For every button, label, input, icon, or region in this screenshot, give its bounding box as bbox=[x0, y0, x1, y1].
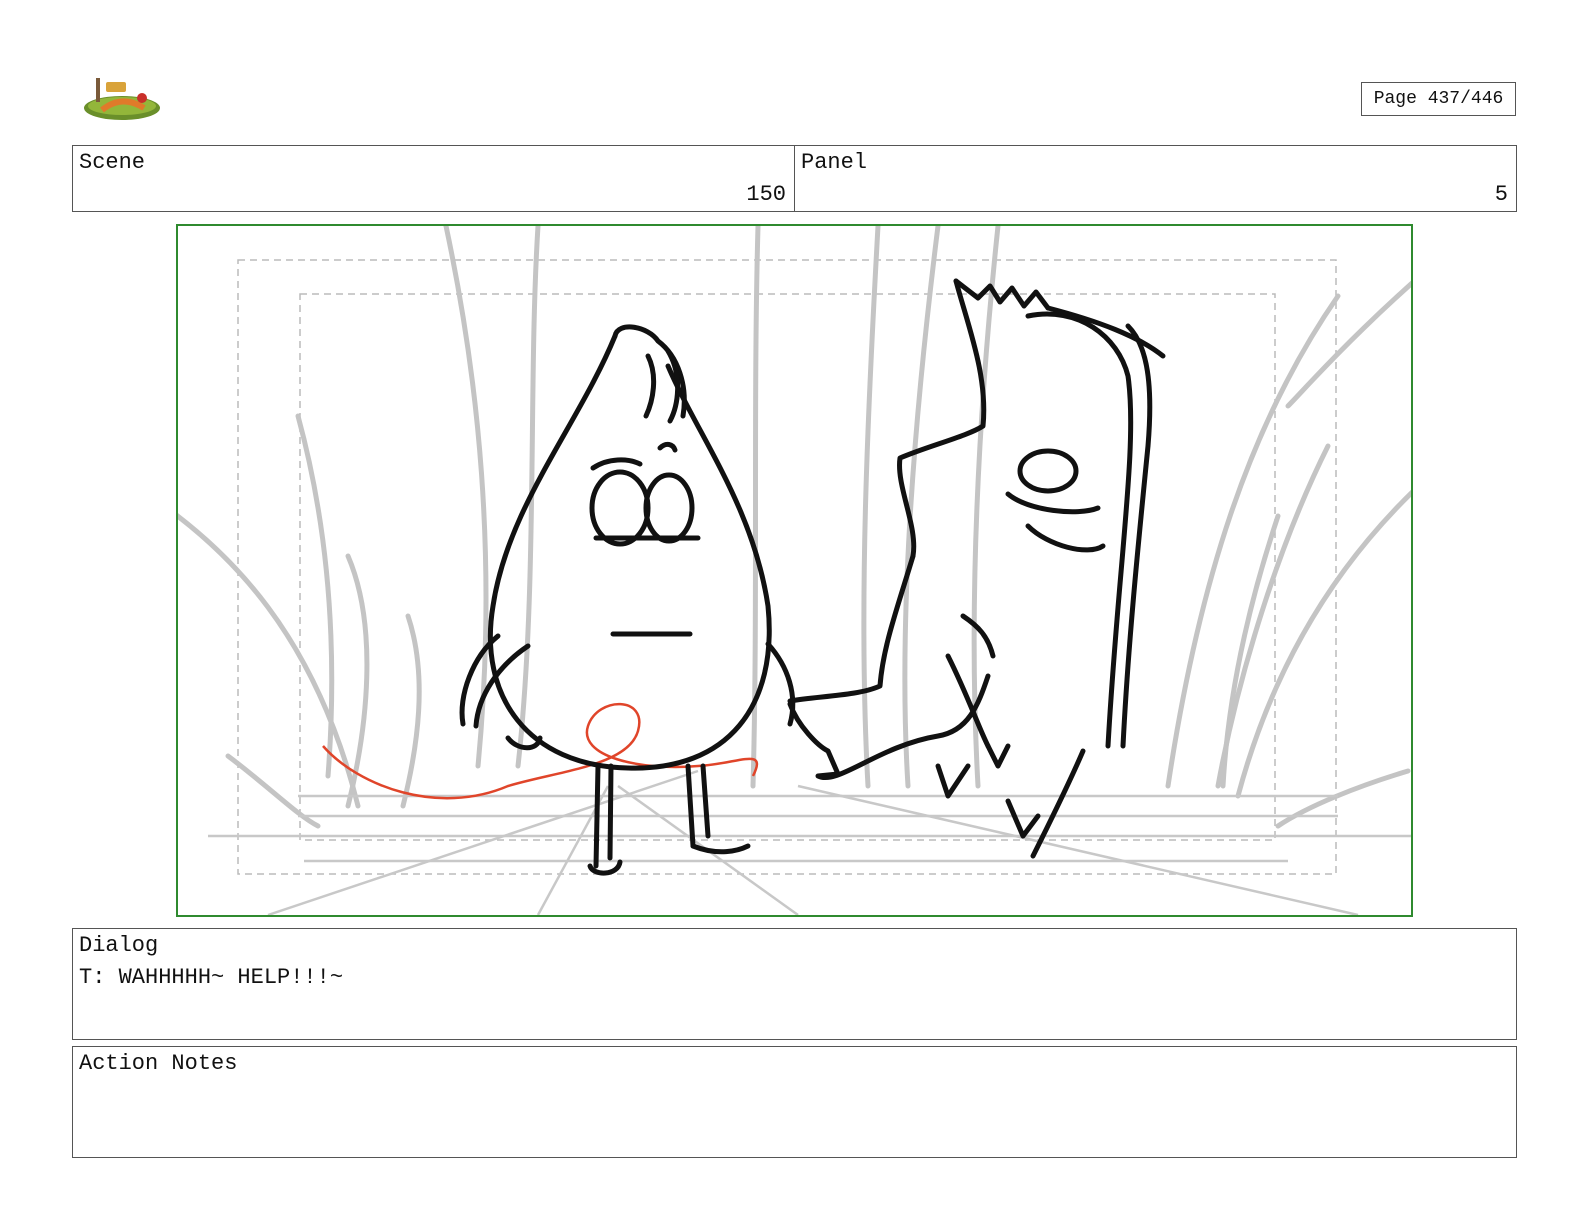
drop-character bbox=[459, 324, 796, 876]
show-logo-icon bbox=[82, 72, 162, 122]
scene-number: 150 bbox=[746, 182, 786, 207]
title-safe-guide bbox=[237, 259, 1337, 875]
scene-cell: Scene 150 bbox=[73, 146, 794, 211]
dialog-box: Dialog T: WAHHHHH~ HELP!!!~ bbox=[72, 928, 1517, 1040]
panel-cell: Panel 5 bbox=[794, 146, 1516, 211]
action-notes-label: Action Notes bbox=[79, 1051, 238, 1076]
background-grass bbox=[178, 226, 1411, 829]
panel-label: Panel bbox=[801, 150, 868, 175]
storyboard-panel-frame bbox=[176, 224, 1413, 917]
scene-panel-header: Scene 150 Panel 5 bbox=[72, 145, 1517, 212]
page-number: Page 437/446 bbox=[1361, 82, 1516, 116]
ground-lines bbox=[208, 769, 1411, 915]
dialog-text: T: WAHHHHH~ HELP!!!~ bbox=[79, 965, 344, 990]
panel-number: 5 bbox=[1494, 182, 1508, 207]
scene-label: Scene bbox=[79, 150, 146, 175]
dialog-label: Dialog bbox=[79, 933, 159, 958]
storyboard-sketch bbox=[178, 226, 1411, 915]
action-notes-box: Action Notes bbox=[72, 1046, 1517, 1158]
rope-sketch bbox=[322, 702, 759, 800]
